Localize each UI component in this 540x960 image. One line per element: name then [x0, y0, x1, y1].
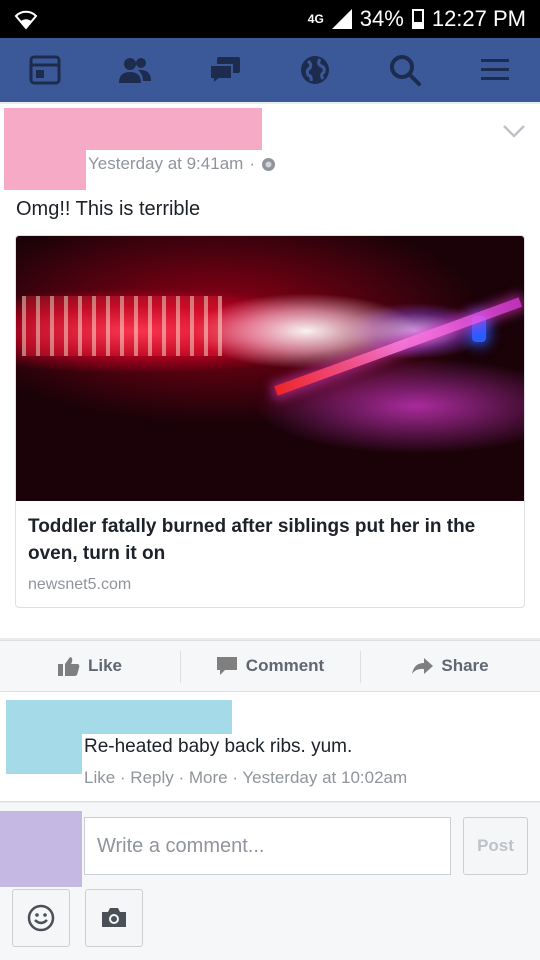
signal-icon — [331, 9, 352, 29]
link-preview-image[interactable] — [16, 236, 524, 501]
network-type: 4G — [307, 11, 324, 26]
my-avatar-redacted — [0, 811, 82, 887]
status-bar: 4G 34% 12:27 PM — [0, 0, 540, 38]
friends-icon[interactable] — [115, 50, 155, 90]
post-text: Omg!! This is terrible — [16, 198, 201, 220]
comment-label: Comment — [245, 656, 325, 675]
share-label: Share — [441, 656, 489, 675]
link-preview-card[interactable]: Toddler fatally burned after siblings pu… — [15, 235, 525, 608]
like-button[interactable]: Like — [0, 641, 180, 691]
link-domain: newsnet5.com — [28, 576, 132, 593]
meta-separator: · — [249, 154, 255, 173]
commenter-avatar-redacted[interactable] — [6, 700, 82, 774]
battery-percent: 34% — [359, 6, 404, 31]
comment-button[interactable]: Comment — [180, 641, 360, 691]
clock: 12:27 PM — [431, 6, 526, 31]
light-streak — [274, 297, 523, 396]
photo-button[interactable] — [85, 889, 143, 947]
share-button[interactable]: Share — [360, 641, 540, 691]
menu-icon[interactable] — [475, 50, 515, 90]
globe-icon[interactable] — [295, 50, 335, 90]
camera-icon — [102, 908, 126, 927]
comment-bubble-icon — [216, 657, 237, 675]
top-navbar — [0, 38, 540, 102]
thumbs-up-icon — [57, 657, 80, 676]
post-button[interactable]: Post — [463, 817, 528, 875]
author-avatar-redacted[interactable] — [4, 108, 86, 190]
comment-item: Re-heated baby back ribs. yum. Like · Re… — [0, 692, 540, 802]
post-timestamp[interactable]: Yesterday at 9:41am — [88, 154, 243, 174]
comment-input[interactable] — [84, 817, 451, 875]
wifi-icon — [14, 10, 38, 30]
comment-text: Re-heated baby back ribs. yum. — [84, 736, 353, 757]
feed-post: Yesterday at 9:41am · Omg!! This is terr… — [0, 104, 540, 638]
chevron-down-icon[interactable] — [502, 124, 526, 138]
emoji-button[interactable] — [12, 889, 70, 947]
smiley-icon — [27, 904, 55, 932]
news-feed-icon[interactable] — [25, 50, 65, 90]
comment-composer: Post — [0, 803, 540, 960]
like-label: Like — [87, 656, 123, 675]
messages-icon[interactable] — [205, 50, 245, 90]
public-globe-icon — [261, 157, 275, 171]
search-icon[interactable] — [385, 50, 425, 90]
post-meta: Yesterday at 9:41am · — [88, 154, 276, 174]
link-title[interactable]: Toddler fatally burned after siblings pu… — [28, 513, 512, 567]
battery-icon — [411, 9, 424, 29]
light-bar-bulbs — [22, 296, 222, 356]
post-action-bar: Like Comment Share — [0, 640, 540, 692]
share-arrow-icon — [412, 658, 434, 674]
comment-actions[interactable]: Like · Reply · More · Yesterday at 10:02… — [84, 768, 407, 788]
